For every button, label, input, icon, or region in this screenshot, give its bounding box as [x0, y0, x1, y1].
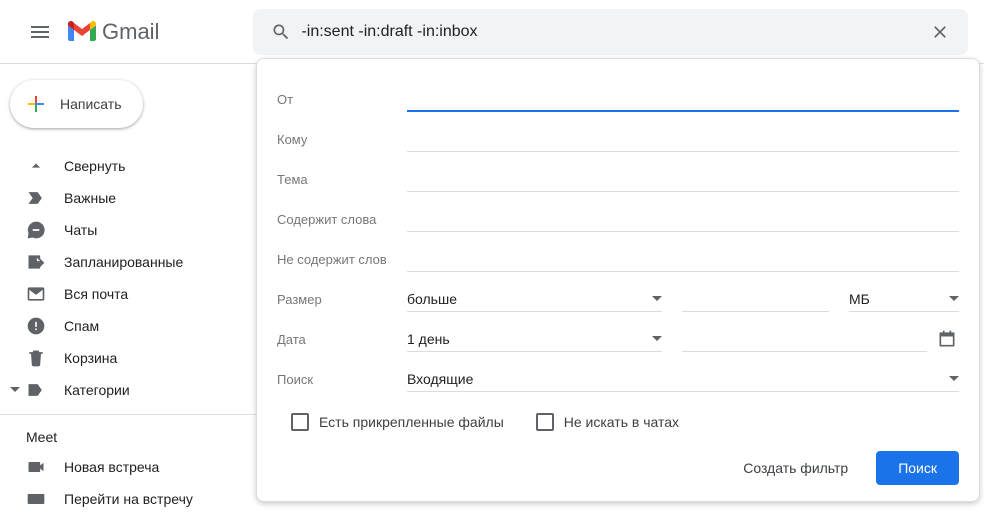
sidebar-item-spam[interactable]: Спам	[0, 310, 256, 342]
mail-icon	[26, 284, 46, 304]
search-input[interactable]	[301, 23, 920, 41]
search-container	[253, 9, 968, 55]
calendar-button[interactable]	[935, 329, 959, 349]
sidebar: Написать Свернуть Важные Чаты Запланиров…	[0, 64, 256, 501]
size-unit-select[interactable]: МБ	[849, 287, 959, 312]
calendar-icon	[937, 329, 957, 349]
create-filter-button[interactable]: Создать фильтр	[731, 452, 860, 484]
advanced-search-panel: От Кому Тема Содержит слова Не содержит …	[256, 58, 980, 502]
close-icon	[930, 22, 950, 42]
video-icon	[26, 457, 46, 477]
spam-icon	[26, 316, 46, 336]
checkbox-icon	[291, 413, 309, 431]
divider	[0, 414, 256, 415]
meet-item-label: Новая встреча	[64, 459, 159, 475]
meet-new-meeting[interactable]: Новая встреча	[0, 451, 256, 483]
search-button[interactable]	[261, 12, 301, 52]
searchin-label: Поиск	[277, 372, 407, 387]
date-label: Дата	[277, 332, 407, 347]
date-value-input[interactable]	[682, 327, 927, 352]
size-label: Размер	[277, 292, 407, 307]
search-submit-button[interactable]: Поиск	[876, 451, 959, 485]
sidebar-item-allmail[interactable]: Вся почта	[0, 278, 256, 310]
subject-input[interactable]	[407, 167, 959, 192]
size-value-input[interactable]	[682, 287, 829, 312]
nothas-input[interactable]	[407, 247, 959, 272]
menu-button[interactable]	[16, 8, 64, 56]
to-input[interactable]	[407, 127, 959, 152]
sidebar-item-categories[interactable]: Категории	[0, 374, 256, 406]
chat-icon	[26, 220, 46, 240]
exclude-chats-checkbox[interactable]: Не искать в чатах	[536, 413, 679, 431]
sidebar-item-chats[interactable]: Чаты	[0, 214, 256, 246]
caret-down-icon	[652, 291, 662, 307]
sidebar-item-label: Категории	[64, 382, 130, 398]
sidebar-item-collapse[interactable]: Свернуть	[0, 150, 256, 182]
sidebar-item-label: Чаты	[64, 222, 97, 238]
caret-down-icon	[652, 331, 662, 347]
trash-icon	[26, 348, 46, 368]
from-label: От	[277, 92, 407, 107]
date-range-select[interactable]: 1 день	[407, 327, 662, 352]
meet-item-label: Перейти на встречу	[64, 491, 193, 507]
to-label: Кому	[277, 132, 407, 147]
searchin-select[interactable]: Входящие	[407, 367, 959, 392]
scheduled-icon	[26, 252, 46, 272]
from-input[interactable]	[407, 86, 959, 112]
checkbox-icon	[536, 413, 554, 431]
important-icon	[26, 188, 46, 208]
has-attachment-checkbox[interactable]: Есть прикрепленные файлы	[291, 413, 504, 431]
sidebar-item-label: Свернуть	[64, 158, 125, 174]
nothas-label: Не содержит слов	[277, 252, 407, 267]
gmail-logo[interactable]: Gmail	[68, 19, 159, 45]
search-icon	[271, 22, 291, 42]
haswords-label: Содержит слова	[277, 212, 407, 227]
haswords-input[interactable]	[407, 207, 959, 232]
sidebar-item-label: Вся почта	[64, 286, 128, 302]
compose-button[interactable]: Написать	[10, 80, 143, 128]
has-attachment-label: Есть прикрепленные файлы	[319, 414, 504, 430]
date-range-value: 1 день	[407, 331, 450, 347]
size-op-value: больше	[407, 291, 457, 307]
label-icon	[26, 380, 46, 400]
sidebar-item-label: Корзина	[64, 350, 117, 366]
sidebar-item-label: Спам	[64, 318, 99, 334]
searchin-value: Входящие	[407, 371, 473, 387]
subject-label: Тема	[277, 172, 407, 187]
gmail-logo-icon	[68, 21, 96, 43]
sidebar-item-trash[interactable]: Корзина	[0, 342, 256, 374]
caret-down-icon	[949, 371, 959, 387]
size-op-select[interactable]: больше	[407, 287, 662, 312]
caret-down-icon	[949, 291, 959, 307]
sidebar-item-label: Запланированные	[64, 254, 183, 270]
exclude-chats-label: Не искать в чатах	[564, 414, 679, 430]
hamburger-icon	[28, 20, 52, 44]
meet-section-title: Meet	[0, 423, 256, 451]
keyboard-icon	[26, 489, 46, 509]
chevron-up-icon	[26, 156, 46, 176]
clear-search-button[interactable]	[920, 12, 960, 52]
size-unit-value: МБ	[849, 291, 870, 307]
sidebar-item-important[interactable]: Важные	[0, 182, 256, 214]
sidebar-item-label: Важные	[64, 190, 116, 206]
brand-text: Gmail	[102, 19, 159, 45]
compose-label: Написать	[60, 96, 121, 112]
meet-join-meeting[interactable]: Перейти на встречу	[0, 483, 256, 515]
caret-down-icon	[8, 385, 22, 395]
sidebar-item-scheduled[interactable]: Запланированные	[0, 246, 256, 278]
plus-icon	[24, 92, 48, 116]
